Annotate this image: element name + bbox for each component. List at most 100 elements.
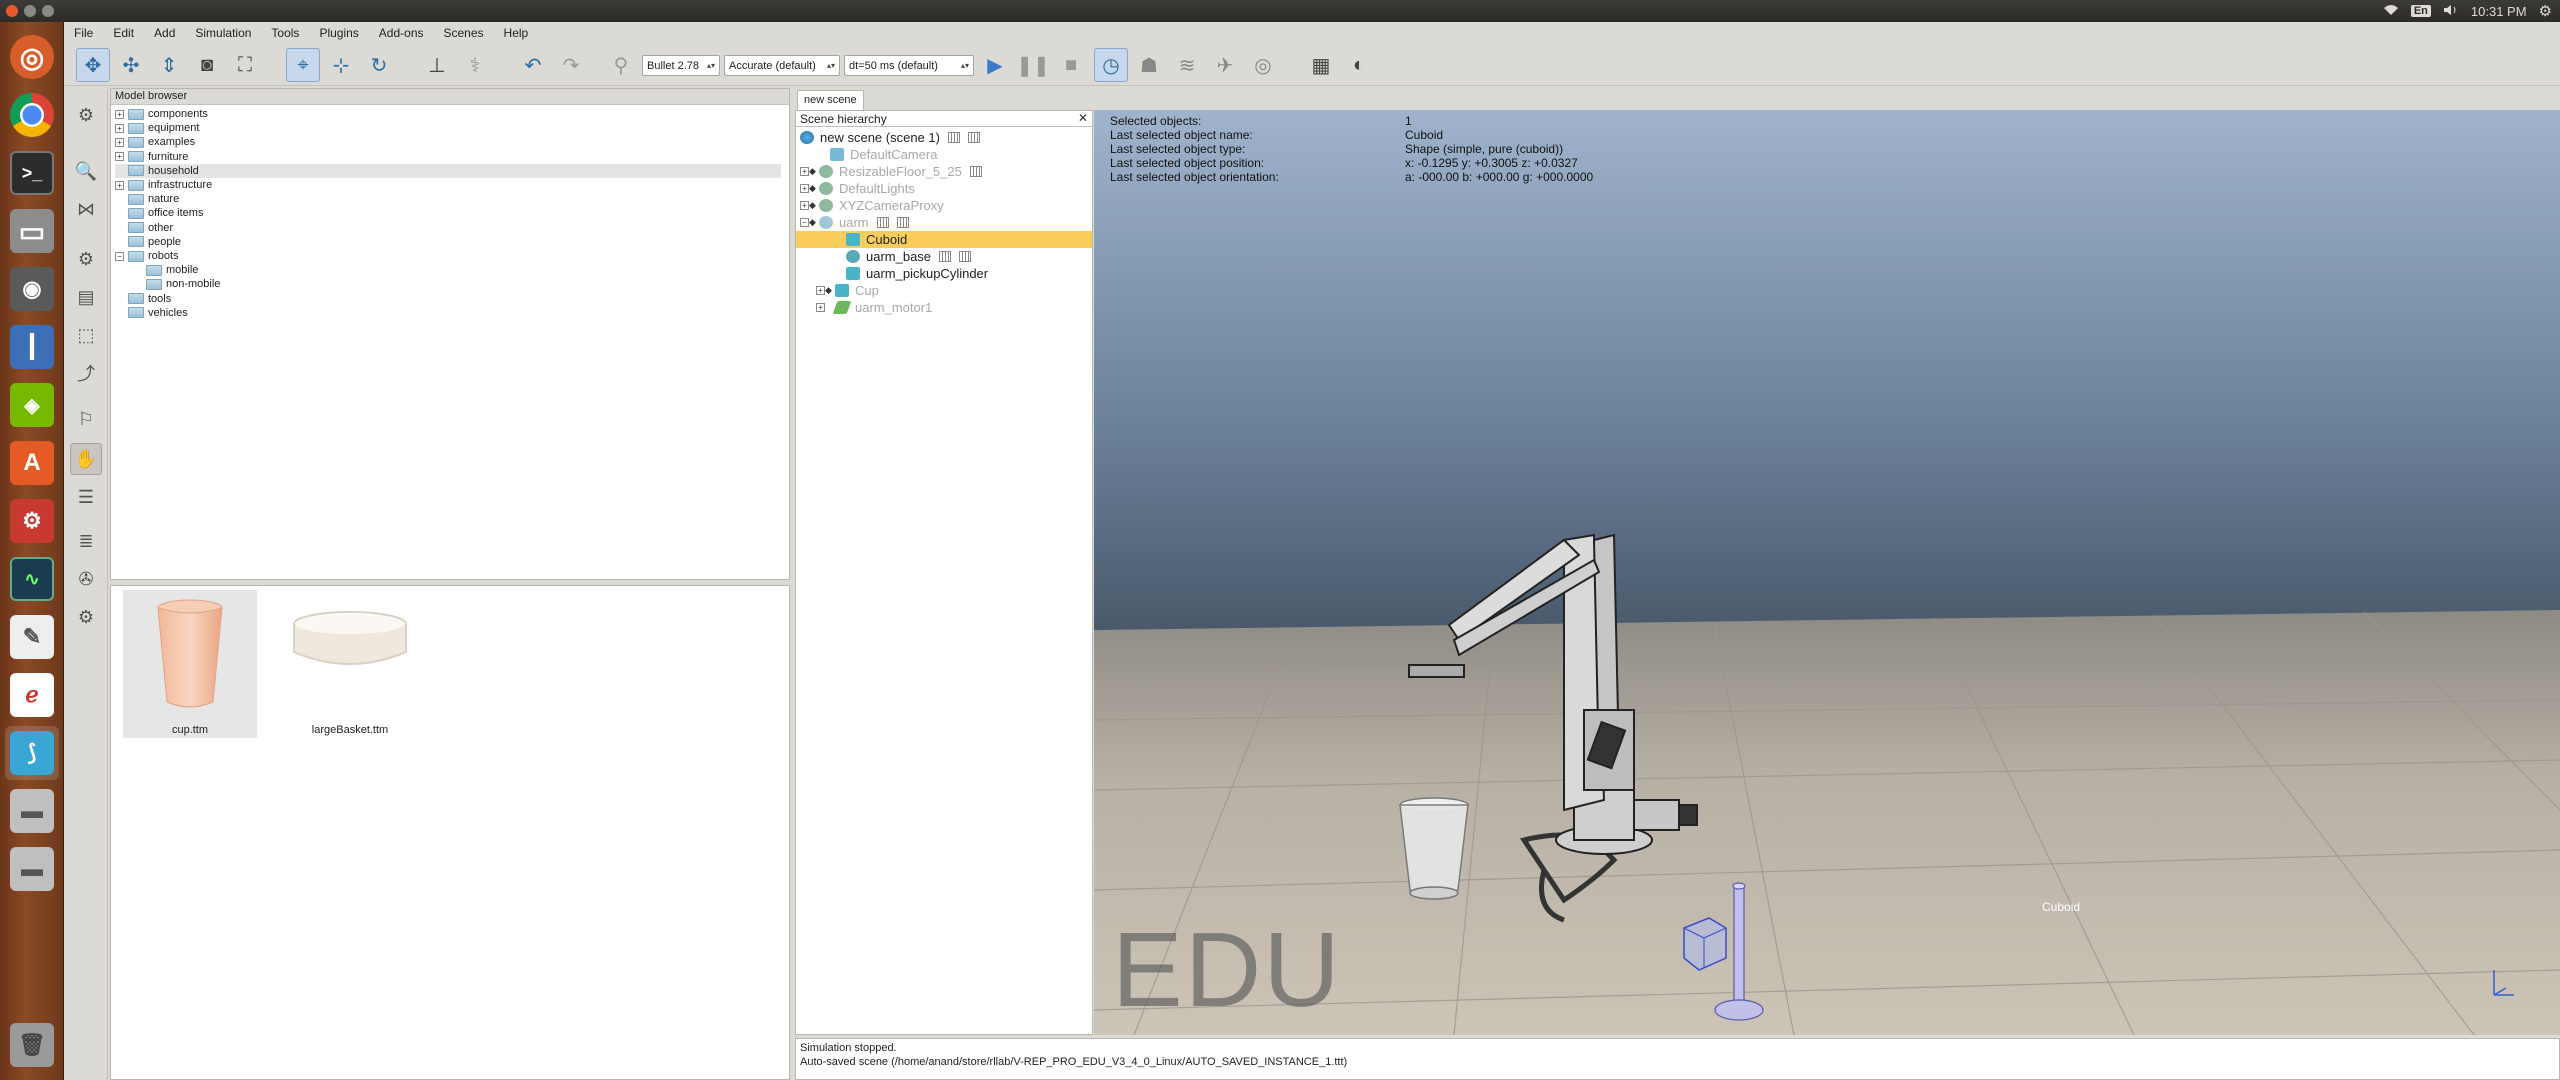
clock[interactable]: 10:31 PM [2471, 4, 2527, 19]
hierarchy-item-xyz-camera-proxy[interactable]: + ◆ XYZCameraProxy [796, 197, 1092, 214]
model-folder-item[interactable]: + equipment [115, 121, 415, 135]
scripts-button[interactable]: ▤ [70, 281, 102, 313]
model-folder-item[interactable]: + infrastructure [115, 178, 415, 192]
hierarchy-item-uarm-pickup-cylinder[interactable]: uarm_pickupCylinder [796, 265, 1092, 282]
model-folder-item[interactable]: + components [115, 107, 415, 121]
redo-button[interactable]: ↷ [554, 48, 588, 82]
script-icon[interactable] [876, 217, 889, 228]
hierarchy-item-default-camera[interactable]: DefaultCamera [796, 146, 1092, 163]
camera-rotate-button[interactable]: ✣ [114, 48, 148, 82]
launcher-item-software-center[interactable]: A [5, 436, 59, 490]
fit-to-view-button[interactable]: ⛶ [228, 48, 262, 82]
slow-down-button[interactable]: ☗ [1132, 48, 1166, 82]
model-folder-item[interactable]: household [115, 163, 781, 178]
speed-up-button[interactable]: ≋ [1170, 48, 1204, 82]
launcher-item-pdf[interactable]: ℯ [5, 668, 59, 722]
layers-button[interactable]: ≣ [70, 525, 102, 557]
model-folder-item[interactable]: office items [115, 206, 415, 220]
model-folder-item[interactable]: tools [115, 292, 415, 306]
scene-viewport[interactable]: Selected objects: 1 Last selected object n… [1094, 110, 2560, 1035]
selection-button[interactable]: ⚐ [70, 403, 102, 435]
launcher-item-terminal[interactable]: >_ [5, 146, 59, 200]
launcher-item-nvidia[interactable]: ◈ [5, 378, 59, 432]
tab-new-scene[interactable]: new scene [797, 90, 864, 110]
menu-file[interactable]: File [64, 26, 103, 40]
hierarchy-item-default-lights[interactable]: + ◆ DefaultLights [796, 180, 1092, 197]
expand-toggle[interactable]: + [800, 184, 809, 193]
shape-edit-button[interactable]: ⬚ [70, 319, 102, 351]
path-edit-button[interactable]: ⤴ [70, 357, 102, 389]
real-time-mode-button[interactable]: ◷ [1094, 48, 1128, 82]
gear-icon[interactable]: ⚙ [2539, 2, 2552, 20]
camera-shift-button[interactable]: ⇕ [152, 48, 186, 82]
script-icon[interactable] [939, 251, 952, 262]
expand-toggle[interactable]: + [115, 152, 124, 162]
launcher-item-camera[interactable]: ◉ [5, 262, 59, 316]
object-rotate-button[interactable]: ↻ [362, 48, 396, 82]
accuracy-select[interactable]: Accurate (default) ▴▾ [724, 55, 840, 76]
expand-toggle[interactable]: + [115, 137, 124, 147]
scene-hierarchy-button[interactable]: ☰ [70, 481, 102, 513]
expand-toggle[interactable]: + [115, 180, 124, 190]
menu-tools[interactable]: Tools [261, 26, 309, 40]
close-icon[interactable]: ✕ [1078, 111, 1088, 125]
model-folder-item[interactable]: vehicles [115, 306, 415, 320]
hierarchy-item-uarm-motor1[interactable]: + uarm_motor1 [796, 299, 1092, 316]
user-settings-button[interactable]: ⚙ [70, 601, 102, 633]
model-folder-item[interactable]: other [115, 221, 415, 235]
collapse-toggle[interactable]: − [800, 218, 809, 227]
collections-button[interactable]: ⚙ [70, 243, 102, 275]
expand-toggle[interactable]: + [800, 167, 809, 176]
menu-simulation[interactable]: Simulation [185, 26, 261, 40]
hierarchy-item-cup[interactable]: + ◆ Cup [796, 282, 1092, 299]
menu-plugins[interactable]: Plugins [309, 26, 368, 40]
menu-add-ons[interactable]: Add-ons [369, 26, 434, 40]
model-folder-item[interactable]: people [115, 235, 415, 249]
object-select-button[interactable]: ⌖ [286, 48, 320, 82]
model-browser-toggle-button[interactable]: 🔍 [70, 155, 102, 187]
stop-simulation-button[interactable]: ■ [1054, 48, 1088, 82]
launcher-item-text-editor[interactable]: ✎ [5, 610, 59, 664]
wifi-icon[interactable] [2383, 4, 2399, 19]
customization-script-icon[interactable] [967, 132, 980, 143]
keyboard-language-indicator[interactable]: En [2410, 5, 2431, 17]
launcher-item-trash[interactable]: 🗑 [5, 1018, 59, 1072]
thread-rendering-button[interactable]: ✈ [1208, 48, 1242, 82]
launcher-item-system-monitor[interactable]: ∿ [5, 552, 59, 606]
menu-scenes[interactable]: Scenes [434, 26, 494, 40]
dynamics-toggle-button[interactable]: ⚲ [604, 48, 638, 82]
hierarchy-item-uarm[interactable]: − ◆ uarm [796, 214, 1092, 231]
model-folder-item[interactable]: nature [115, 192, 415, 206]
window-close-button[interactable] [6, 5, 18, 17]
expand-toggle[interactable]: + [115, 109, 124, 119]
assemble-button[interactable]: ⊥ [420, 48, 454, 82]
model-folder-item[interactable]: + furniture [115, 150, 415, 164]
launcher-item-chrome[interactable] [5, 88, 59, 142]
model-folder-item[interactable]: + examples [115, 135, 415, 149]
calculation-modules-button[interactable]: ⋈ [70, 193, 102, 225]
launcher-item-drive-1[interactable]: ▬ [5, 784, 59, 838]
model-browser-button[interactable]: ✋ [70, 443, 102, 475]
camera-angle-button[interactable]: ◙ [190, 48, 224, 82]
menu-add[interactable]: Add [144, 26, 185, 40]
expand-toggle[interactable]: − [115, 251, 124, 261]
model-folder-item[interactable]: non-mobile [133, 277, 433, 291]
expand-toggle[interactable]: + [800, 201, 809, 210]
volume-icon[interactable] [2443, 4, 2459, 19]
object-shift-button[interactable]: ⊹ [324, 48, 358, 82]
hierarchy-item-cuboid[interactable]: Cuboid [796, 231, 1092, 248]
model-folder-item[interactable]: mobile [133, 263, 433, 277]
launcher-item-files[interactable]: ▭ [5, 204, 59, 258]
launcher-item-settings[interactable]: ⚙ [5, 494, 59, 548]
video-recorder-button[interactable]: ✇ [70, 563, 102, 595]
timestep-select[interactable]: dt=50 ms (default) ▴▾ [844, 55, 974, 76]
window-maximize-button[interactable] [42, 5, 54, 17]
script-icon[interactable] [969, 166, 982, 177]
dash-button[interactable]: ◎ [5, 30, 59, 84]
customization-script-icon[interactable] [896, 217, 909, 228]
launcher-item-vrep[interactable]: ⟆ [5, 726, 59, 780]
hierarchy-item-resizable-floor[interactable]: + ◆ ResizableFloor_5_25 [796, 163, 1092, 180]
visualization-toggle-button[interactable]: ◎ [1246, 48, 1280, 82]
window-minimize-button[interactable] [24, 5, 36, 17]
launcher-item-drive-2[interactable]: ▬ [5, 842, 59, 896]
